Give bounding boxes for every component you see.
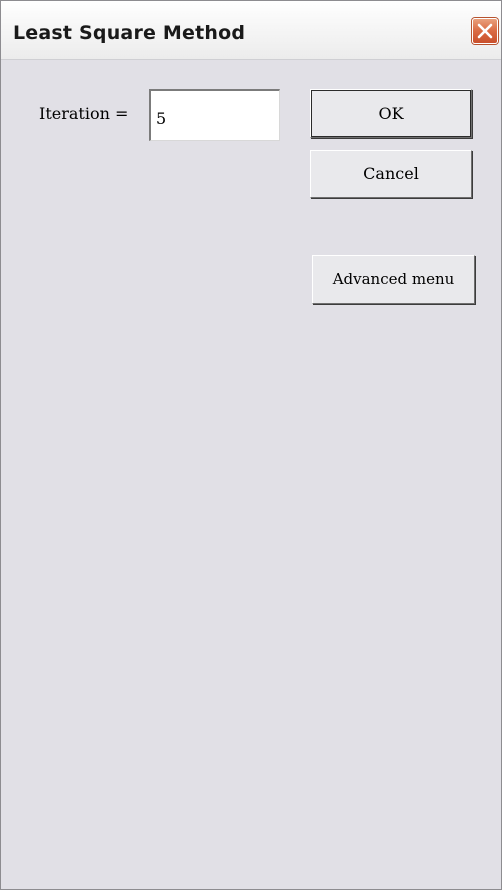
- cancel-button[interactable]: Cancel: [310, 150, 472, 198]
- iteration-input[interactable]: [149, 89, 280, 141]
- iteration-label: Iteration =: [39, 104, 129, 123]
- advanced-menu-button[interactable]: Advanced menu: [312, 255, 475, 304]
- close-button[interactable]: [472, 18, 498, 44]
- dialog-window: Least Square Method Iteration = OK Cance…: [0, 0, 502, 890]
- title-bar[interactable]: Least Square Method: [1, 1, 501, 60]
- close-icon: [477, 23, 493, 39]
- window-title: Least Square Method: [13, 22, 246, 44]
- ok-button[interactable]: OK: [310, 89, 472, 138]
